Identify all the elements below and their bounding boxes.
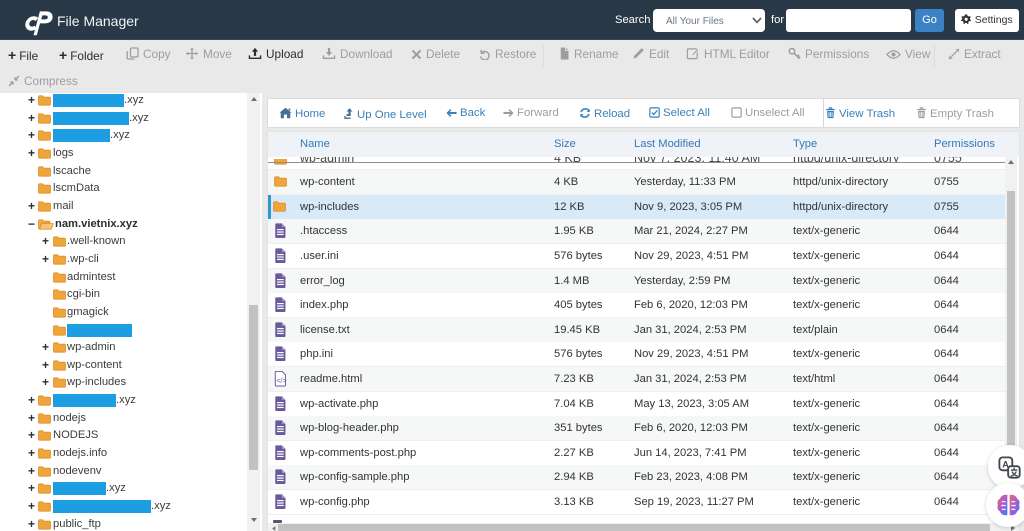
svg-text:</>: </> [276,376,286,385]
